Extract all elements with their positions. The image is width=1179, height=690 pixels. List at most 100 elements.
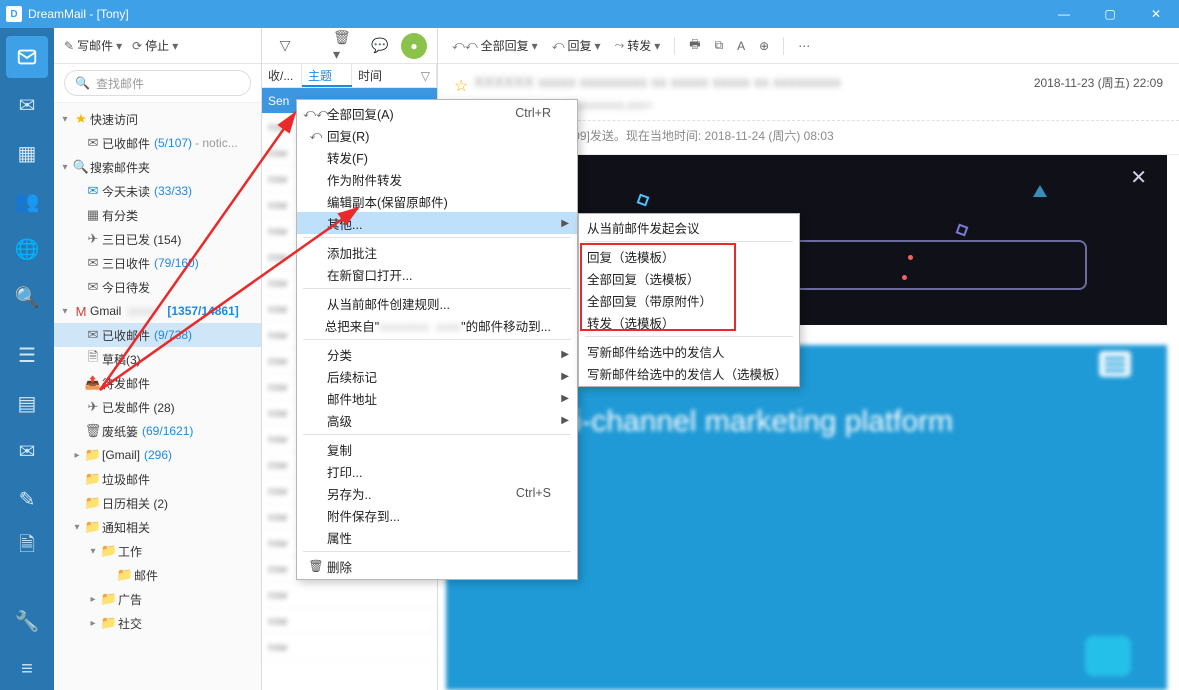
menu-forward-attach[interactable]: 作为附件转发 bbox=[297, 168, 577, 190]
rail-menu-icon[interactable]: ≡ bbox=[6, 648, 48, 690]
tree-categorized[interactable]: ▦有分类 bbox=[54, 203, 261, 227]
window-title: DreamMail - [Tony] bbox=[28, 7, 1041, 21]
rail-edit-icon[interactable]: ✎ bbox=[6, 478, 48, 520]
minimize-button[interactable]: — bbox=[1041, 0, 1087, 28]
tree-quick-inbox[interactable]: ✉已收邮件(5/107)- notic... bbox=[54, 131, 261, 155]
menu-other[interactable]: 其他...▶ bbox=[297, 212, 577, 234]
submenu-reply-all-attach[interactable]: 全部回复（带原附件） bbox=[579, 289, 799, 311]
tree-sent-3days[interactable]: ✈三日已发 (154) bbox=[54, 227, 261, 251]
tree-gmail-sent[interactable]: ✈已发邮件 (28) bbox=[54, 395, 261, 419]
tree-gmail-outbox[interactable]: 📤待发邮件 bbox=[54, 371, 261, 395]
tree-gmail-notify[interactable]: ▾📁通知相关 bbox=[54, 515, 261, 539]
filter-icon[interactable]: ▽ bbox=[272, 33, 298, 59]
tree-search-folders[interactable]: ▾🔍搜索邮件夹 bbox=[54, 155, 261, 179]
tree-gmail-spam[interactable]: 📁垃圾邮件 bbox=[54, 467, 261, 491]
app-icon: D bbox=[6, 6, 22, 22]
list-row[interactable]: row bbox=[262, 582, 437, 608]
reply-button[interactable]: ⤺回复▾ bbox=[548, 33, 605, 59]
rail-settings-icon[interactable]: 🔧 bbox=[6, 600, 48, 642]
tree-today-unread[interactable]: ✉今天未读(33/33) bbox=[54, 179, 261, 203]
reply-all-button[interactable]: ⤺⤺全部回复▾ bbox=[448, 33, 542, 59]
close-button[interactable]: ✕ bbox=[1133, 0, 1179, 28]
menu-followup[interactable]: 后续标记▶ bbox=[297, 365, 577, 387]
banner-close-icon[interactable]: ✕ bbox=[1130, 165, 1147, 190]
hamburger-icon[interactable] bbox=[1099, 351, 1131, 377]
menu-properties[interactable]: 属性 bbox=[297, 526, 577, 548]
title-bar: D DreamMail - [Tony] — ▢ ✕ bbox=[0, 0, 1179, 28]
print-icon[interactable]: 🖶 bbox=[685, 33, 704, 59]
tree-gmail-trash[interactable]: 🗑废纸篓(69/1621) bbox=[54, 419, 261, 443]
submenu-start-meeting[interactable]: 从当前邮件发起会议 bbox=[579, 216, 799, 238]
stop-button[interactable]: ⟳停止▾ bbox=[132, 37, 178, 54]
maximize-button[interactable]: ▢ bbox=[1087, 0, 1133, 28]
col-subject: 主题 bbox=[302, 64, 352, 87]
rail-mail-icon[interactable] bbox=[6, 36, 48, 78]
menu-mail-addr[interactable]: 邮件地址▶ bbox=[297, 387, 577, 409]
tree-gmail-inbox[interactable]: ✉已收邮件(9/738) bbox=[54, 323, 261, 347]
rail-doc-icon[interactable]: 🗎 bbox=[6, 526, 48, 568]
tree-gmail-account[interactable]: ▾MGmailxxxxx[1357/14861] bbox=[54, 299, 261, 323]
rail-calendar-icon[interactable]: ▦ bbox=[6, 132, 48, 174]
chat-bubble-icon[interactable] bbox=[1085, 636, 1131, 676]
search-icon: 🔍 bbox=[75, 76, 90, 90]
col-time: 时间▽ bbox=[352, 64, 437, 87]
status-dot-icon[interactable]: ● bbox=[401, 33, 427, 59]
delete-icon[interactable]: 🗑 ▾ bbox=[333, 33, 359, 59]
more-icon[interactable]: ⋯ bbox=[794, 33, 814, 59]
mail-date: 2018-11-23 (周五) 22:09 bbox=[1034, 74, 1163, 91]
translate-icon[interactable]: A bbox=[733, 33, 749, 59]
menu-save-as[interactable]: 另存为..Ctrl+S bbox=[297, 482, 577, 504]
rail-globe-icon[interactable]: 🌐 bbox=[6, 228, 48, 270]
tree-recv-3days[interactable]: ✉三日收件(79/160) bbox=[54, 251, 261, 275]
submenu-forward-tpl[interactable]: 转发（选模板） bbox=[579, 311, 799, 333]
search-input[interactable]: 🔍查找邮件 bbox=[64, 70, 251, 96]
col-recv: 收/... bbox=[262, 64, 302, 87]
rail-envelope-icon[interactable]: ✉ bbox=[6, 84, 48, 126]
forward-button[interactable]: ⤳转发▾ bbox=[611, 33, 665, 59]
menu-reply-all[interactable]: ⤺⤺全部回复(A)Ctrl+R bbox=[297, 102, 577, 124]
submenu-reply-tpl[interactable]: 回复（选模板） bbox=[579, 245, 799, 267]
chat-icon[interactable]: 💬 bbox=[367, 33, 393, 59]
menu-add-annotation[interactable]: 添加批注 bbox=[297, 241, 577, 263]
menu-copy[interactable]: 复制 bbox=[297, 438, 577, 460]
context-submenu: 从当前邮件发起会议 回复（选模板） 全部回复（选模板） 全部回复（带原附件） 转… bbox=[578, 213, 800, 387]
menu-print[interactable]: 打印... bbox=[297, 460, 577, 482]
submenu-reply-all-tpl[interactable]: 全部回复（选模板） bbox=[579, 267, 799, 289]
menu-delete[interactable]: 🗑删除 bbox=[297, 555, 577, 577]
rail-search-icon[interactable]: 🔍 bbox=[6, 276, 48, 318]
tree-gmail-calendar[interactable]: 📁日历相关 (2) bbox=[54, 491, 261, 515]
list-row[interactable]: row bbox=[262, 634, 437, 660]
tree-gmail-folder[interactable]: ▸📁[Gmail](296) bbox=[54, 443, 261, 467]
menu-advanced[interactable]: 高级▶ bbox=[297, 409, 577, 431]
star-icon[interactable]: ☆ bbox=[454, 76, 468, 96]
menu-forward[interactable]: 转发(F) bbox=[297, 146, 577, 168]
list-headers[interactable]: 收/... 主题 时间▽ bbox=[262, 64, 437, 88]
rail-message-icon[interactable]: ✉ bbox=[6, 430, 48, 472]
tree-gmail-social[interactable]: ▸📁社交 bbox=[54, 611, 261, 635]
submenu-new-to-sel-tpl[interactable]: 写新邮件给选中的发信人（选模板） bbox=[579, 362, 799, 384]
rail-template-icon[interactable]: ▤ bbox=[6, 382, 48, 424]
menu-classify[interactable]: 分类▶ bbox=[297, 343, 577, 365]
rail-notes-icon[interactable]: ☰ bbox=[6, 334, 48, 376]
tree-gmail-work[interactable]: ▾📁工作 bbox=[54, 539, 261, 563]
context-menu: ⤺⤺全部回复(A)Ctrl+R ⤺回复(R) 转发(F) 作为附件转发 编辑副本… bbox=[296, 99, 578, 580]
tree-today-pending[interactable]: ✉今日待发 bbox=[54, 275, 261, 299]
submenu-new-to-sel[interactable]: 写新邮件给选中的发信人 bbox=[579, 340, 799, 362]
rail-contacts-icon[interactable]: 👥 bbox=[6, 180, 48, 222]
tree-gmail-mail[interactable]: 📁邮件 bbox=[54, 563, 261, 587]
tree-gmail-drafts[interactable]: 🗎草稿(3) bbox=[54, 347, 261, 371]
zoom-icon[interactable]: ⊕ bbox=[755, 33, 773, 59]
tree-gmail-ads[interactable]: ▸📁广告 bbox=[54, 587, 261, 611]
menu-edit-copy[interactable]: 编辑副本(保留原邮件) bbox=[297, 190, 577, 212]
menu-save-attach[interactable]: 附件保存到... bbox=[297, 504, 577, 526]
menu-new-window[interactable]: 在新窗口打开... bbox=[297, 263, 577, 285]
menu-move-to[interactable]: 总把来自"xxxxxxxx xxxx"的邮件移动到... bbox=[297, 314, 577, 336]
compose-button[interactable]: ✎写邮件▾ bbox=[64, 37, 122, 54]
tree-quick-access[interactable]: ▾★快速访问 bbox=[54, 107, 261, 131]
menu-reply[interactable]: ⤺回复(R) bbox=[297, 124, 577, 146]
list-row[interactable]: row bbox=[262, 608, 437, 634]
external-icon[interactable]: ⧉ bbox=[711, 33, 728, 59]
nav-rail: ✉ ▦ 👥 🌐 🔍 ☰ ▤ ✉ ✎ 🗎 🔧 ≡ bbox=[0, 28, 54, 690]
menu-create-rule[interactable]: 从当前邮件创建规则... bbox=[297, 292, 577, 314]
hero-title: Multi-channel marketing platform bbox=[518, 405, 953, 439]
